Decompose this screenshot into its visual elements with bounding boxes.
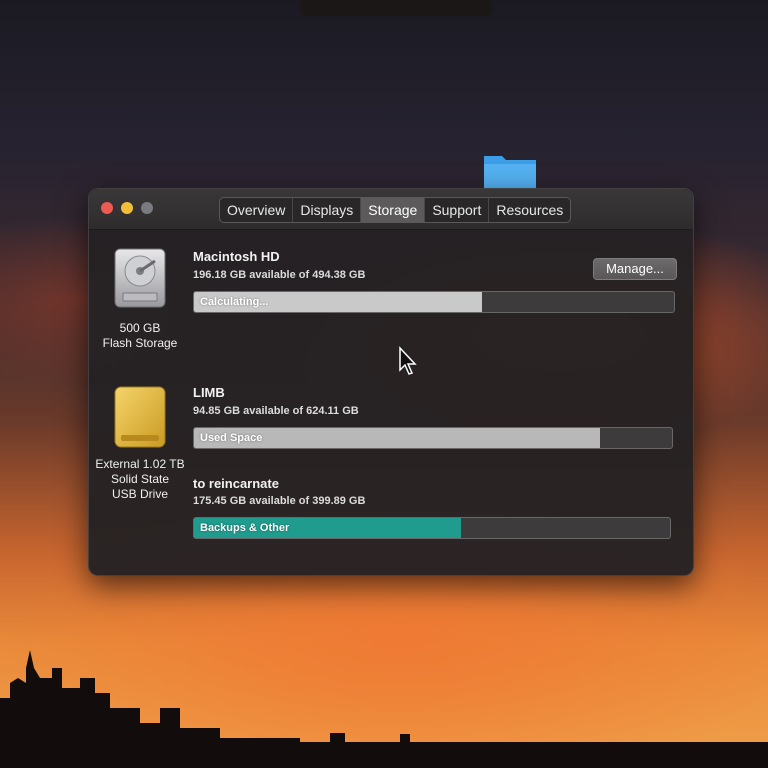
volume-name-limb: LIMB bbox=[193, 385, 225, 400]
external-drive-icon bbox=[114, 386, 166, 448]
about-this-mac-window: Overview Displays Storage Support Resour… bbox=[88, 188, 694, 576]
zoom-button[interactable] bbox=[141, 202, 153, 214]
storage-bar-to-reincarnate: Backups & Other bbox=[193, 517, 671, 539]
volume-name-to-reincarnate: to reincarnate bbox=[193, 476, 279, 491]
folder-icon[interactable] bbox=[482, 152, 538, 192]
top-menu-strip bbox=[300, 0, 492, 16]
internal-drive-type: Flash Storage bbox=[102, 336, 178, 350]
external-drive-interface: USB Drive bbox=[111, 487, 168, 501]
city-skyline bbox=[0, 650, 768, 768]
volume-available-limb: 94.85 GB available of 624.11 GB bbox=[193, 405, 359, 417]
tab-overview[interactable]: Overview bbox=[220, 198, 294, 222]
close-button[interactable] bbox=[101, 202, 113, 214]
storage-bar-label: Used Space bbox=[200, 432, 263, 444]
volume-name-macintosh-hd: Macintosh HD bbox=[193, 249, 280, 264]
manage-button[interactable]: Manage... bbox=[593, 258, 677, 280]
hard-drive-icon bbox=[114, 248, 166, 308]
tab-displays[interactable]: Displays bbox=[293, 198, 362, 222]
title-bar: Overview Displays Storage Support Resour… bbox=[89, 189, 693, 230]
mouse-pointer-icon bbox=[399, 346, 417, 375]
external-drive-capacity: External 1.02 TB bbox=[95, 457, 185, 471]
tab-bar: Overview Displays Storage Support Resour… bbox=[219, 197, 572, 223]
tab-storage[interactable]: Storage bbox=[361, 198, 426, 222]
storage-bar-limb: Used Space bbox=[193, 427, 673, 449]
minimize-button[interactable] bbox=[121, 202, 133, 214]
volume-available-macintosh-hd: 196.18 GB available of 494.38 GB bbox=[193, 269, 366, 281]
volume-available-to-reincarnate: 175.45 GB available of 399.89 GB bbox=[193, 495, 366, 507]
tab-resources[interactable]: Resources bbox=[489, 198, 570, 222]
tab-support[interactable]: Support bbox=[425, 198, 490, 222]
storage-bar-label: Backups & Other bbox=[200, 522, 290, 534]
external-drive-type: Solid State bbox=[110, 472, 170, 486]
internal-drive-capacity: 500 GB bbox=[119, 321, 161, 335]
storage-bar-label: Calculating... bbox=[200, 296, 269, 308]
storage-bar-macintosh-hd: Calculating... bbox=[193, 291, 675, 313]
